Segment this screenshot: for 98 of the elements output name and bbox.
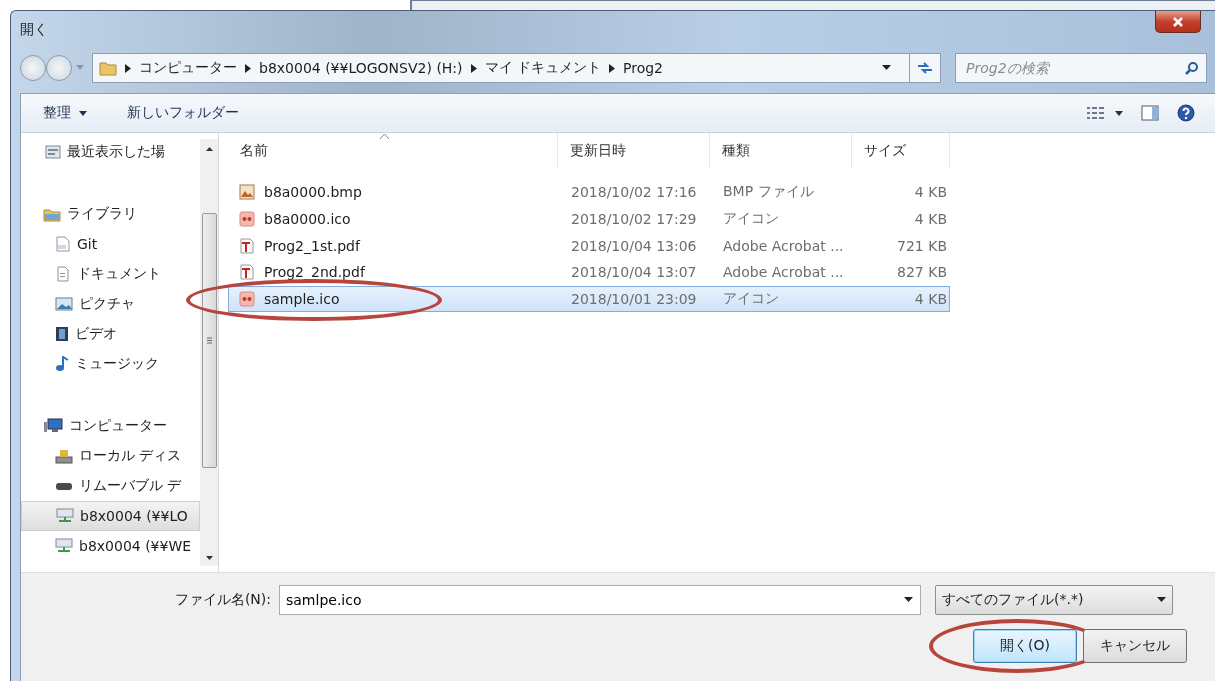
caret-icon bbox=[76, 65, 84, 71]
column-header[interactable]: 種類 bbox=[710, 133, 852, 169]
modified-date: 2018/10/02 17:29 bbox=[570, 211, 698, 228]
breadcrumb[interactable]: マイ ドキュメント bbox=[484, 59, 601, 77]
icon-file-icon bbox=[239, 291, 255, 308]
dropdown-caret-icon bbox=[882, 65, 891, 71]
column-header[interactable]: 名前 bbox=[228, 133, 558, 169]
sidebar-item[interactable]: ローカル ディス bbox=[21, 441, 200, 471]
sidebar-item[interactable]: b8x0004 (¥¥WE bbox=[21, 531, 200, 561]
search-field[interactable]: Prog2の検索 bbox=[955, 53, 1207, 83]
window-title: 開く bbox=[20, 20, 48, 39]
close-button[interactable] bbox=[1155, 11, 1201, 33]
drive-icon bbox=[55, 481, 73, 491]
library-icon bbox=[43, 206, 61, 222]
file-type: アイコン bbox=[722, 210, 780, 229]
sidebar-item[interactable]: Git bbox=[21, 229, 200, 259]
file-name: Prog2_2nd.pdf bbox=[264, 264, 365, 281]
file-row[interactable]: Prog2_2nd.pdf 2018/10/04 13:07 Adobe Acrobat ... 827 KB bbox=[228, 259, 950, 286]
file-name: Prog2_1st.pdf bbox=[264, 237, 360, 254]
document-icon bbox=[55, 266, 71, 282]
file-row[interactable]: b8a0000.bmp 2018/10/02 17:16 BMP ファイル 4 KB bbox=[228, 179, 950, 206]
pdf-file-icon bbox=[239, 264, 255, 281]
file-type: Adobe Acrobat ... bbox=[722, 237, 845, 254]
caret-icon bbox=[79, 110, 87, 116]
file-name: b8a0000.ico bbox=[264, 211, 351, 228]
file-name: sample.ico bbox=[264, 291, 340, 308]
file-size: 4 KB bbox=[913, 211, 948, 228]
network-drive-icon bbox=[56, 508, 74, 524]
list-view-icon bbox=[1087, 106, 1105, 120]
scrollbar-thumb[interactable] bbox=[201, 213, 217, 468]
open-button[interactable]: 開く(O) bbox=[973, 629, 1077, 663]
sidebar-item[interactable]: 最近表示した場 bbox=[21, 137, 200, 167]
sidebar-item[interactable]: リムーバブル デ bbox=[21, 471, 200, 501]
preview-pane-icon bbox=[1141, 105, 1159, 121]
grip-icon bbox=[206, 337, 212, 344]
file-type-dropdown[interactable]: すべてのファイル(*.*) bbox=[935, 585, 1173, 615]
view-options-button[interactable] bbox=[1087, 106, 1123, 120]
sidebar-item[interactable]: コンピューター bbox=[21, 411, 200, 441]
back-button[interactable] bbox=[20, 55, 46, 81]
sidebar-item[interactable]: ドキュメント bbox=[21, 259, 200, 289]
scroll-down-arrow-icon bbox=[205, 556, 213, 560]
file-type: BMP ファイル bbox=[722, 183, 815, 202]
filename-field[interactable]: samlpe.ico bbox=[279, 585, 921, 615]
file-size: 827 KB bbox=[896, 264, 948, 281]
file-type: アイコン bbox=[722, 290, 780, 309]
scrollbar[interactable] bbox=[200, 139, 218, 566]
file-name: b8a0000.bmp bbox=[264, 184, 362, 201]
close-icon bbox=[1173, 16, 1183, 27]
sidebar-item[interactable]: ピクチャ bbox=[21, 289, 200, 319]
document-library-icon bbox=[55, 236, 71, 252]
file-size: 4 KB bbox=[913, 291, 948, 308]
breadcrumb[interactable]: b8x0004 (¥¥LOGONSV2) (H:) bbox=[259, 60, 463, 76]
organize-menu-button[interactable]: 整理 bbox=[41, 100, 89, 126]
breadcrumb[interactable]: Prog2 bbox=[623, 60, 663, 76]
dropdown-caret-icon bbox=[1157, 597, 1166, 603]
recent-places-icon bbox=[45, 144, 61, 160]
hard-disk-icon bbox=[55, 448, 73, 464]
breadcrumb[interactable]: コンピューター bbox=[139, 59, 237, 77]
refresh-icon bbox=[917, 61, 933, 75]
breadcrumb-arrow-icon bbox=[470, 63, 477, 73]
modified-date: 2018/10/02 17:16 bbox=[570, 184, 698, 201]
file-row[interactable]: Prog2_1st.pdf 2018/10/04 13:06 Adobe Acrobat ... 721 KB bbox=[228, 232, 950, 260]
icon-file-icon bbox=[239, 211, 255, 228]
file-row[interactable]: b8a0000.ico 2018/10/02 17:29 アイコン 4 KB bbox=[228, 205, 950, 233]
cancel-button[interactable]: キャンセル bbox=[1083, 629, 1187, 663]
modified-date: 2018/10/04 13:07 bbox=[570, 264, 698, 281]
sidebar-item[interactable]: ライブラリ bbox=[21, 199, 200, 229]
sidebar-item[interactable]: b8x0004 (¥¥LO bbox=[21, 501, 200, 531]
filename-label: ファイル名(N): bbox=[173, 591, 272, 609]
network-drive-icon bbox=[55, 538, 73, 554]
dropdown-caret-icon bbox=[904, 597, 913, 603]
sidebar-item[interactable]: ミュージック bbox=[21, 349, 200, 379]
modified-date: 2018/10/04 13:06 bbox=[570, 237, 698, 254]
breadcrumb-arrow-icon bbox=[609, 63, 615, 73]
sidebar-item[interactable]: ビデオ bbox=[21, 319, 200, 349]
column-header[interactable]: 更新日時 bbox=[558, 133, 710, 169]
caret-icon bbox=[1115, 110, 1123, 116]
image-file-icon bbox=[239, 184, 255, 201]
scroll-up-arrow-icon bbox=[205, 147, 213, 151]
music-note-icon bbox=[55, 356, 69, 372]
picture-icon bbox=[55, 297, 73, 311]
breadcrumb-arrow-icon bbox=[245, 63, 251, 73]
address-bar[interactable]: コンピューター b8x0004 (¥¥LOGONSV2) (H:) マイ ドキュメント Prog2 bbox=[92, 53, 941, 83]
forward-button[interactable] bbox=[46, 55, 72, 81]
file-row[interactable]: sample.ico 2018/10/01 23:09 アイコン 4 KB bbox=[228, 285, 950, 313]
new-folder-button[interactable]: 新しいフォルダー bbox=[125, 100, 241, 126]
computer-icon bbox=[43, 418, 63, 434]
column-header[interactable]: サイズ bbox=[852, 133, 950, 169]
folder-icon bbox=[99, 60, 117, 76]
film-icon bbox=[55, 326, 69, 342]
breadcrumb-arrow-icon bbox=[125, 63, 131, 73]
file-size: 4 KB bbox=[913, 184, 948, 201]
modified-date: 2018/10/01 23:09 bbox=[570, 291, 698, 308]
file-size: 721 KB bbox=[896, 237, 948, 254]
pdf-file-icon bbox=[239, 237, 255, 254]
help-icon bbox=[1177, 104, 1195, 122]
file-type: Adobe Acrobat ... bbox=[722, 264, 845, 281]
search-icon bbox=[1185, 61, 1199, 75]
